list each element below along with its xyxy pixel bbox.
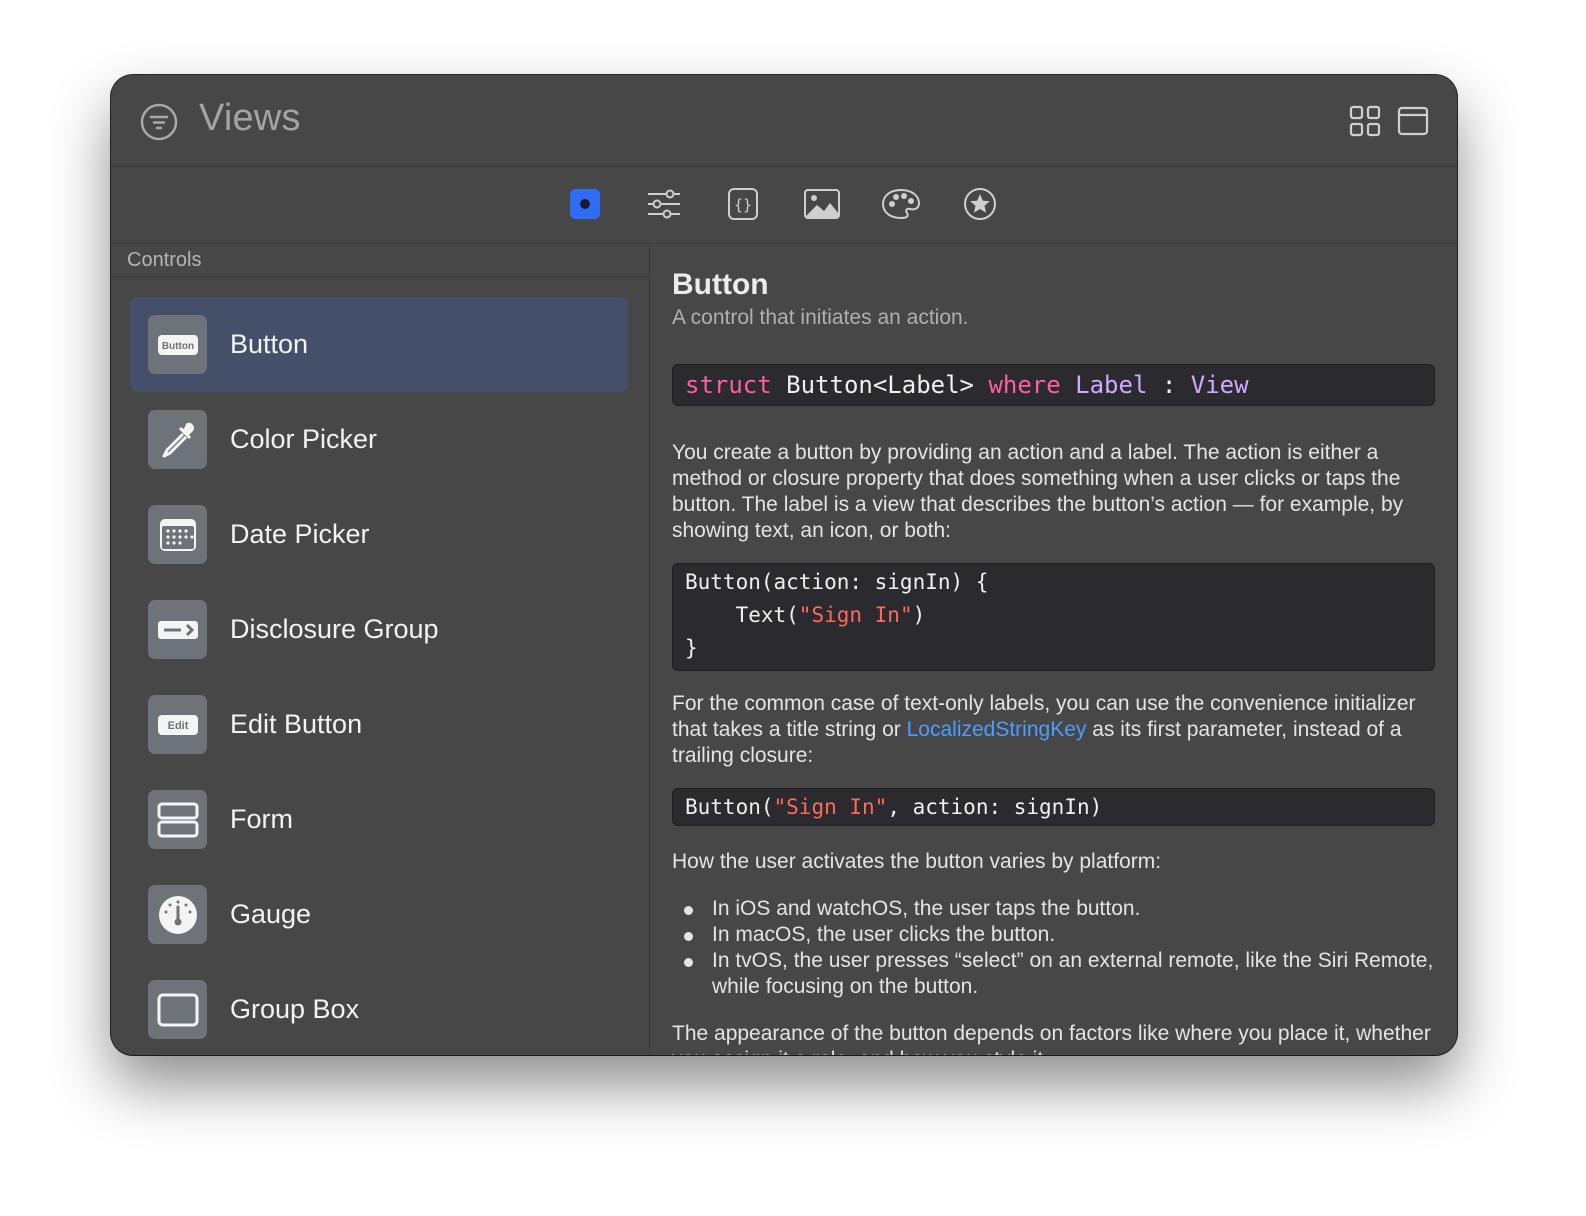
list-bullet: In tvOS, the user presses “select” on an…: [672, 948, 1435, 1000]
favorites-tab-icon[interactable]: [959, 183, 1001, 225]
code-example-2: Button("Sign In", action: signIn): [672, 788, 1435, 826]
type: View: [1190, 371, 1249, 399]
edit-button-icon: Edit: [148, 695, 207, 754]
window-title: Views: [199, 97, 301, 139]
colors-tab-icon[interactable]: [880, 183, 922, 225]
paragraph-2: For the common case of text-only labels,…: [672, 691, 1435, 769]
list-item-label: Gauge: [230, 899, 312, 929]
list-bullet: In macOS, the user clicks the button.: [672, 922, 1435, 948]
code-text: Button(: [685, 795, 774, 819]
views-tab-icon[interactable]: [564, 183, 606, 225]
calendar-icon: [148, 505, 207, 564]
disclosure-icon: [148, 600, 207, 659]
separator: :: [1147, 371, 1191, 399]
declaration-code: struct Button<Label> where Label : View: [672, 364, 1435, 406]
list-item-group-box[interactable]: Group Box: [130, 962, 628, 1055]
code-line: Text("Sign In"): [685, 599, 1422, 632]
list-item-disclosure-group[interactable]: Disclosure Group: [130, 582, 628, 677]
button-icon-text: Button: [161, 341, 193, 352]
gauge-icon: [148, 885, 207, 944]
keyword: struct: [685, 371, 772, 399]
list-item-label: Disclosure Group: [230, 614, 439, 644]
list-item-label: Edit Button: [230, 709, 363, 739]
code-text: Text(: [685, 603, 799, 627]
paragraph-4: The appearance of the button depends on …: [672, 1022, 1431, 1055]
list-item-date-picker[interactable]: Date Picker: [130, 487, 628, 582]
paragraph-1: You create a button by providing an acti…: [672, 441, 1404, 542]
list-item-label: Group Box: [230, 994, 360, 1024]
code-example-1: Button(action: signIn) { Text("Sign In")…: [672, 563, 1435, 671]
list-item-label: Button: [230, 329, 309, 359]
form-icon: [148, 790, 207, 849]
modifiers-tab-icon[interactable]: [643, 183, 685, 225]
media-tab-icon[interactable]: [801, 183, 843, 225]
list-item-label: Color Picker: [230, 424, 378, 454]
code-text: , action: signIn): [887, 795, 1103, 819]
localized-string-key-link[interactable]: LocalizedStringKey: [907, 718, 1087, 741]
list-item-gauge[interactable]: Gauge: [130, 867, 628, 962]
type: Label: [1060, 371, 1148, 399]
detail-pane: Button A control that initiates an actio…: [650, 244, 1457, 1055]
edit-icon-text: Edit: [167, 720, 188, 732]
filter-icon[interactable]: [139, 102, 179, 142]
detail-subtitle: A control that initiates an action.: [672, 306, 969, 329]
code-text: ): [912, 603, 926, 627]
code-line: Button(action: signIn) {: [685, 570, 989, 594]
code-string: "Sign In": [773, 795, 888, 819]
detail-title: Button: [672, 268, 769, 301]
paragraph-3: How the user activates the button varies…: [672, 850, 1162, 873]
grid-view-icon[interactable]: [1349, 105, 1381, 137]
list-item-form[interactable]: Form: [130, 772, 628, 867]
group-box-icon: [148, 980, 207, 1039]
list-item-label: Date Picker: [230, 519, 370, 549]
sidebar: Controls Button Button Color Picker Date…: [111, 244, 650, 1055]
library-tabs: {}: [111, 167, 1457, 244]
list-item-color-picker[interactable]: Color Picker: [130, 392, 628, 487]
svg-text:{}: {}: [734, 196, 752, 214]
type-name: Button<Label>: [771, 371, 989, 399]
title-bar: Views: [111, 75, 1457, 167]
library-window: Views {} Controls Button Button Color Pi…: [111, 75, 1457, 1055]
list-bullet: In iOS and watchOS, the user taps the bu…: [672, 896, 1435, 922]
code-line: }: [685, 636, 698, 660]
eyedropper-icon: [148, 410, 207, 469]
list-item-edit-button[interactable]: Edit Edit Button: [130, 677, 628, 772]
platform-list: In iOS and watchOS, the user taps the bu…: [672, 896, 1435, 1000]
code-string: "Sign In": [798, 603, 913, 627]
detail-view-icon[interactable]: [1397, 105, 1429, 137]
list-item-button[interactable]: Button Button: [130, 297, 628, 392]
section-header: Controls: [111, 244, 649, 277]
keyword: where: [988, 371, 1061, 399]
button-icon: Button: [148, 315, 207, 374]
list-item-label: Form: [230, 804, 293, 834]
snippets-tab-icon[interactable]: {}: [722, 183, 764, 225]
